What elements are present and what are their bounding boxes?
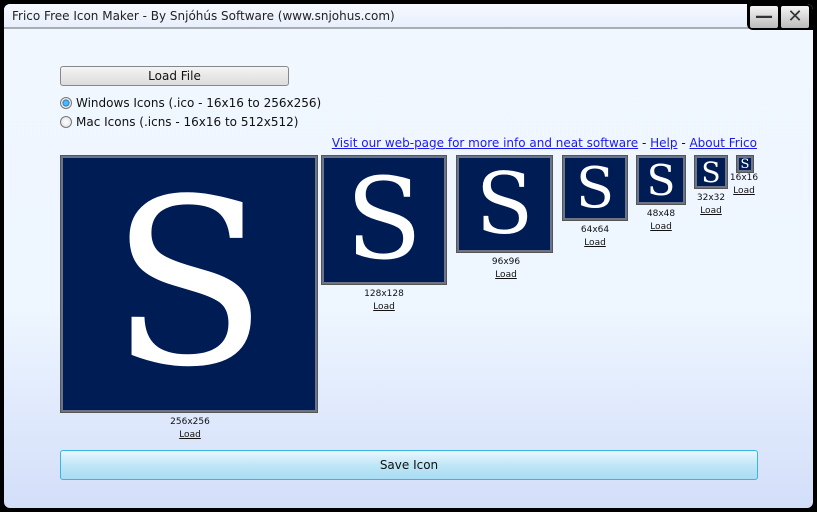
load-96-link[interactable]: Load <box>476 270 536 280</box>
load-16-link[interactable]: Load <box>714 186 774 196</box>
load-48-link[interactable]: Load <box>631 222 691 232</box>
help-link[interactable]: Help <box>650 136 677 150</box>
window-controls: — ✕ <box>747 4 813 30</box>
radio-selected-icon[interactable] <box>60 97 72 109</box>
icon-preview-256: S <box>60 151 318 418</box>
size-label-96: 96x96 <box>491 257 521 267</box>
s-logo-icon: S <box>740 156 750 172</box>
s-logo-icon: S <box>646 155 676 205</box>
icon-preview-32: S <box>694 155 728 189</box>
radio-mac-icons[interactable]: Mac Icons (.icns - 16x16 to 512x512) <box>60 115 298 129</box>
links-row: Visit our web-page for more info and nea… <box>332 136 757 150</box>
s-logo-icon: S <box>345 155 423 285</box>
s-logo-icon: S <box>701 155 721 189</box>
icon-preview-48: S <box>636 155 686 205</box>
load-256-link[interactable]: Load <box>160 430 220 440</box>
separator: - <box>638 136 651 150</box>
s-logo-icon: S <box>110 150 268 418</box>
save-icon-button[interactable]: Save Icon <box>60 450 758 480</box>
close-button[interactable]: ✕ <box>781 6 809 28</box>
load-64-link[interactable]: Load <box>565 238 625 248</box>
icon-preview-16: S <box>736 155 754 173</box>
about-link[interactable]: About Frico <box>689 136 757 150</box>
icon-preview-128: S <box>321 155 447 285</box>
s-logo-icon: S <box>475 155 534 253</box>
radio-label: Mac Icons (.icns - 16x16 to 512x512) <box>76 115 299 129</box>
minimize-button[interactable]: — <box>750 6 778 28</box>
radio-unselected-icon[interactable] <box>60 116 72 128</box>
icon-preview-96: S <box>456 155 553 253</box>
separator: - <box>677 136 690 150</box>
app-window: Frico Free Icon Maker - By Snjóhús Softw… <box>4 4 813 508</box>
radio-windows-icons[interactable]: Windows Icons (.ico - 16x16 to 256x256) <box>60 96 321 110</box>
load-128-link[interactable]: Load <box>354 302 414 312</box>
icon-preview-64: S <box>562 155 628 221</box>
size-label-256: 256x256 <box>170 417 210 427</box>
size-label-128: 128x128 <box>364 289 404 299</box>
s-logo-icon: S <box>575 155 615 221</box>
load-file-button[interactable]: Load File <box>60 66 289 86</box>
radio-label: Windows Icons (.ico - 16x16 to 256x256) <box>76 96 322 110</box>
size-label-16: 16x16 <box>729 173 759 183</box>
load-32-link[interactable]: Load <box>681 206 741 216</box>
window-title: Frico Free Icon Maker - By Snjóhús Softw… <box>12 9 395 23</box>
size-label-64: 64x64 <box>580 225 610 235</box>
visit-webpage-link[interactable]: Visit our web-page for more info and nea… <box>332 136 638 150</box>
title-bar: Frico Free Icon Maker - By Snjóhús Softw… <box>4 4 813 29</box>
